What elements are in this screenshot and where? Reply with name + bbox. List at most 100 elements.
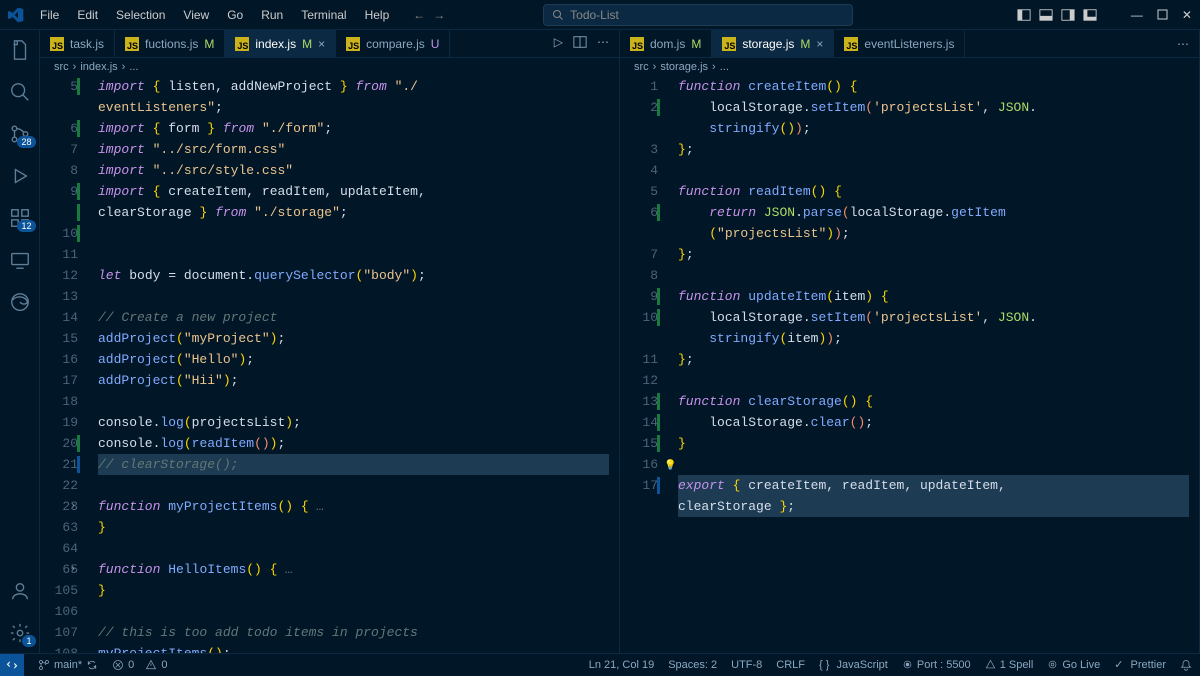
tab-fuctions-js[interactable]: JSfuctions.jsM <box>115 30 225 58</box>
go-live-button[interactable]: Go Live <box>1047 658 1100 671</box>
more-actions-icon[interactable]: ⋯ <box>1177 37 1189 51</box>
sync-icon[interactable] <box>86 659 98 671</box>
code-line[interactable]: // this is too add todo items in project… <box>98 622 609 643</box>
code-line[interactable]: }; <box>678 349 1189 370</box>
code-line[interactable]: localStorage.setItem('projectsList', JSO… <box>678 307 1189 328</box>
branch-indicator[interactable]: main* <box>38 659 98 671</box>
code-line[interactable] <box>98 286 609 307</box>
code-line[interactable]: export { createItem, readItem, updateIte… <box>678 475 1189 496</box>
breadcrumb[interactable]: src › index.js › ... <box>40 58 619 76</box>
code-line[interactable] <box>98 475 609 496</box>
tab-close-icon[interactable]: × <box>318 37 325 51</box>
problems-indicator[interactable]: 0 0 <box>112 659 167 671</box>
tab-eventListeners-js[interactable]: JSeventListeners.js <box>834 30 965 58</box>
layout-customize-icon[interactable] <box>1083 8 1097 22</box>
code-line[interactable]: ("projectsList")); <box>678 223 1189 244</box>
code-line[interactable] <box>678 160 1189 181</box>
code-line[interactable]: let body = document.querySelector("body"… <box>98 265 609 286</box>
code-line[interactable]: import { form } from "./form"; <box>98 118 609 139</box>
eol[interactable]: CRLF <box>776 658 805 671</box>
code-line[interactable]: }; <box>678 139 1189 160</box>
menu-go[interactable]: Go <box>219 4 251 26</box>
run-debug-icon[interactable] <box>8 164 32 188</box>
code-line[interactable]: import "../src/style.css" <box>98 160 609 181</box>
explorer-icon[interactable] <box>8 38 32 62</box>
close-icon[interactable]: ✕ <box>1182 8 1192 22</box>
indentation[interactable]: Spaces: 2 <box>668 658 717 671</box>
code-line[interactable]: import "../src/form.css" <box>98 139 609 160</box>
code-line[interactable]: localStorage.clear(); <box>678 412 1189 433</box>
nav-forward-icon[interactable]: → <box>433 8 445 22</box>
code-editor[interactable]: 567891011121314151617181920212223›636465… <box>40 76 619 653</box>
layout-sidebar-right-icon[interactable] <box>1061 8 1075 22</box>
tab-storage-js[interactable]: JSstorage.jsM× <box>712 30 834 58</box>
search-activity-icon[interactable] <box>8 80 32 104</box>
code-line[interactable]: }; <box>678 244 1189 265</box>
edge-icon[interactable] <box>8 290 32 314</box>
menu-edit[interactable]: Edit <box>69 4 106 26</box>
run-icon[interactable]: ▷ <box>554 35 563 52</box>
menu-selection[interactable]: Selection <box>108 4 173 26</box>
encoding[interactable]: UTF-8 <box>731 658 762 671</box>
code-line[interactable]: import { listen, addNewProject } from ".… <box>98 76 609 97</box>
menu-terminal[interactable]: Terminal <box>293 4 354 26</box>
code-line[interactable]: import { createItem, readItem, updateIte… <box>98 181 609 202</box>
code-content[interactable]: import { listen, addNewProject } from ".… <box>92 76 609 653</box>
minimap[interactable] <box>1189 76 1199 653</box>
menu-file[interactable]: File <box>32 4 67 26</box>
code-line[interactable] <box>98 601 609 622</box>
code-line[interactable]: eventListeners"; <box>98 97 609 118</box>
code-editor[interactable]: 1234567891011121314151617function create… <box>620 76 1199 653</box>
tab-compare-js[interactable]: JScompare.jsU <box>336 30 450 58</box>
language-mode[interactable]: { } JavaScript <box>819 658 888 671</box>
split-editor-icon[interactable] <box>573 35 587 52</box>
code-line[interactable]: localStorage.setItem('projectsList', JSO… <box>678 97 1189 118</box>
code-line[interactable]: addProject("Hii"); <box>98 370 609 391</box>
breadcrumb[interactable]: src › storage.js › ... <box>620 58 1199 76</box>
code-line[interactable]: } <box>98 517 609 538</box>
code-line[interactable] <box>98 223 609 244</box>
maximize-icon[interactable] <box>1157 9 1168 20</box>
code-line[interactable]: // Create a new project <box>98 307 609 328</box>
prettier-status[interactable]: ✓ Prettier <box>1114 658 1166 671</box>
code-line[interactable]: stringify(item)); <box>678 328 1189 349</box>
command-center-search[interactable]: Todo-List <box>543 4 853 26</box>
layout-controls[interactable] <box>1017 8 1097 22</box>
code-line[interactable]: console.log(projectsList); <box>98 412 609 433</box>
code-line[interactable] <box>98 244 609 265</box>
tab-index-js[interactable]: JSindex.jsM× <box>225 30 336 58</box>
tab-dom-js[interactable]: JSdom.jsM <box>620 30 712 58</box>
minimap[interactable] <box>609 76 619 653</box>
port-indicator[interactable]: Port : 5500 <box>902 658 971 671</box>
code-line[interactable]: } <box>98 580 609 601</box>
tab-task-js[interactable]: JStask.js <box>40 30 115 58</box>
code-line[interactable]: function HelloItems() { … <box>98 559 609 580</box>
remote-indicator[interactable] <box>0 654 24 676</box>
code-line[interactable]: stringify()); <box>678 118 1189 139</box>
remote-explorer-icon[interactable] <box>8 248 32 272</box>
code-line[interactable]: mvProjectItems(): <box>98 643 609 653</box>
code-line[interactable]: return JSON.parse(localStorage.getItem <box>678 202 1189 223</box>
layout-panel-icon[interactable] <box>1039 8 1053 22</box>
nav-back-icon[interactable]: ← <box>413 8 425 22</box>
extensions-icon[interactable]: 12 <box>8 206 32 230</box>
tab-close-icon[interactable]: × <box>816 37 823 51</box>
code-line[interactable]: clearStorage } from "./storage"; <box>98 202 609 223</box>
menu-run[interactable]: Run <box>253 4 291 26</box>
more-actions-icon[interactable]: ⋯ <box>597 35 609 52</box>
code-line[interactable] <box>678 265 1189 286</box>
code-line[interactable]: function myProjectItems() { … <box>98 496 609 517</box>
notifications-icon[interactable] <box>1180 658 1192 671</box>
account-icon[interactable] <box>8 579 32 603</box>
code-line[interactable]: function createItem() { <box>678 76 1189 97</box>
code-line[interactable]: clearStorage }; <box>678 496 1189 517</box>
nav-arrows[interactable]: ← → <box>413 8 445 22</box>
code-line[interactable]: // clearStorage(); <box>98 454 609 475</box>
menu-view[interactable]: View <box>175 4 217 26</box>
code-line[interactable] <box>98 538 609 559</box>
code-line[interactable]: addProject("Hello"); <box>98 349 609 370</box>
code-content[interactable]: function createItem() { localStorage.set… <box>672 76 1189 653</box>
code-line[interactable]: function updateItem(item) { <box>678 286 1189 307</box>
code-line[interactable]: console.log(readItem()); <box>98 433 609 454</box>
code-line[interactable]: 💡 <box>678 454 1189 475</box>
